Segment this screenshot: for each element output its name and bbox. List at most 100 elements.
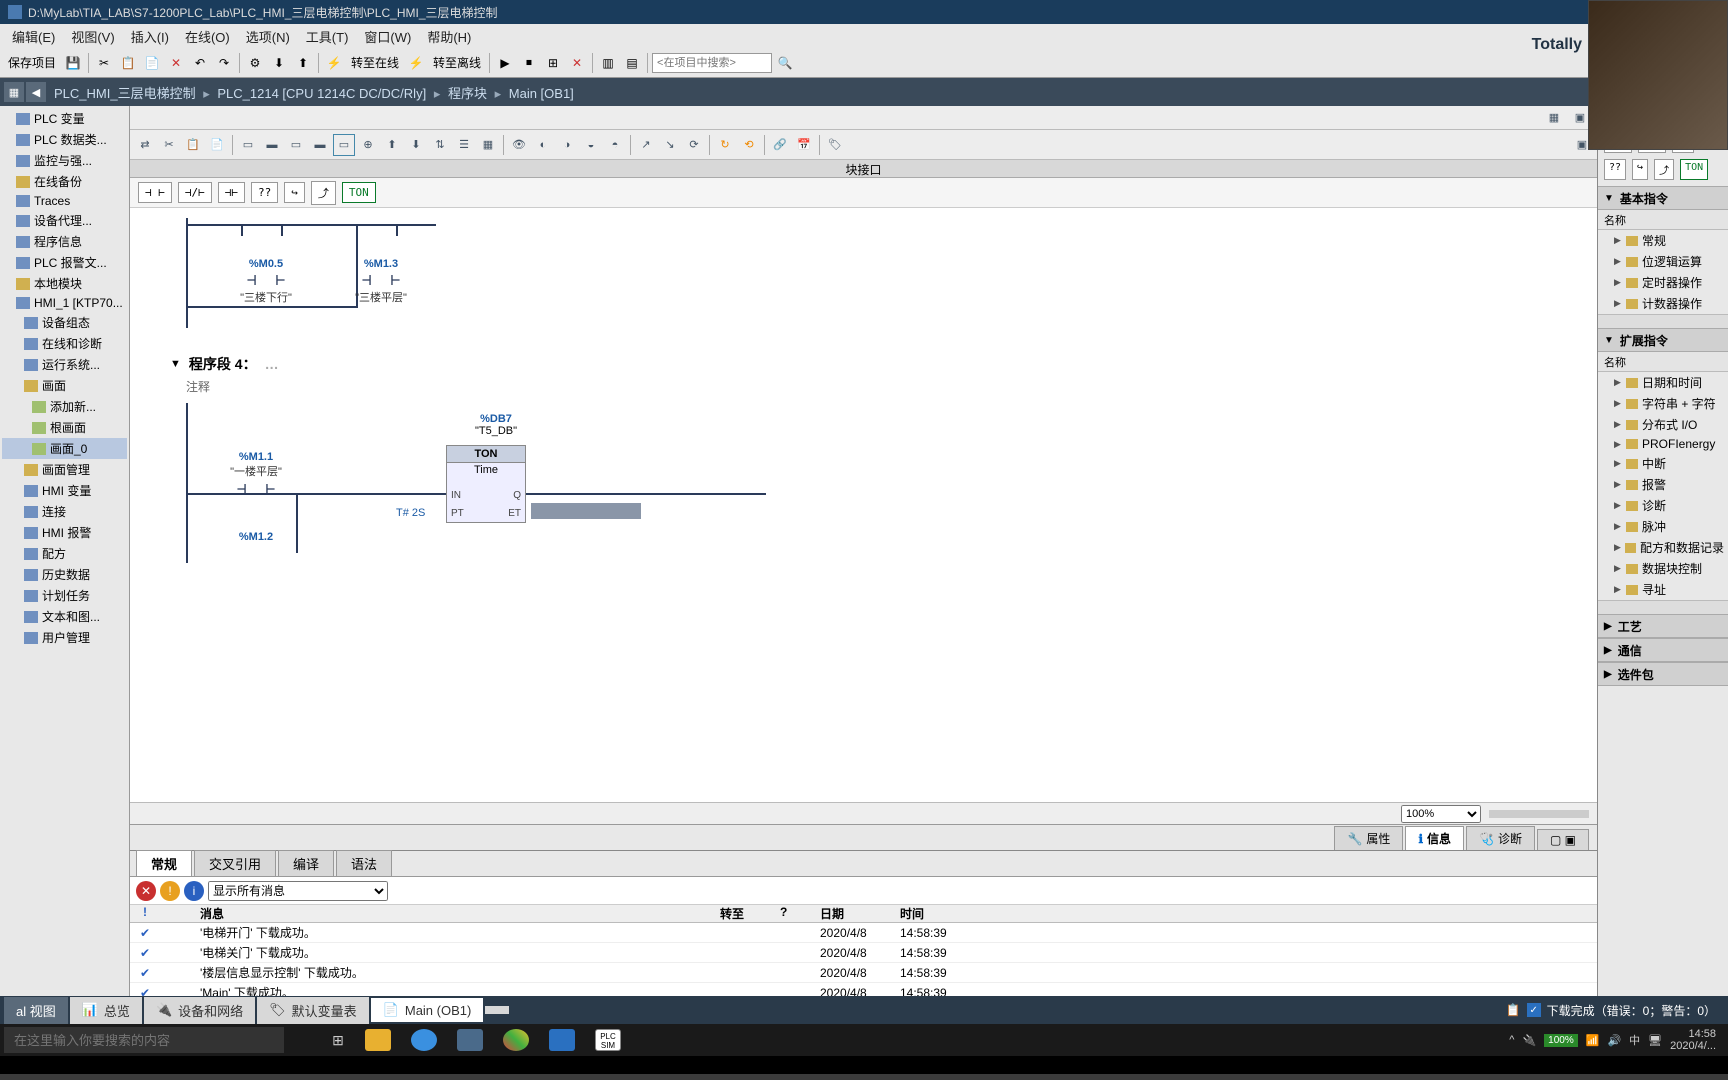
tree-item[interactable]: 画面_0 bbox=[2, 438, 127, 459]
copy-icon[interactable]: 📋 bbox=[117, 52, 139, 74]
tree-item[interactable]: Traces bbox=[2, 192, 127, 210]
ton-block[interactable]: TON Time IN Q PT ET bbox=[446, 445, 526, 523]
tool-coil[interactable]: ⊣⊢ bbox=[218, 182, 245, 203]
app-blue-icon[interactable] bbox=[542, 1026, 582, 1054]
message-row[interactable]: ✔ '电梯开门' 下载成功。 2020/4/8 14:58:39 bbox=[130, 923, 1597, 943]
et-paste-icon[interactable]: 📄 bbox=[206, 134, 228, 156]
et-m5-icon[interactable]: ◓ bbox=[604, 134, 626, 156]
tree-item[interactable]: HMI 变量 bbox=[2, 480, 127, 501]
plcsim-icon[interactable]: PLCSIM bbox=[588, 1026, 628, 1054]
windows-search-input[interactable] bbox=[4, 1027, 284, 1053]
instruction-folder[interactable]: ▶数据块控制 bbox=[1598, 558, 1728, 579]
menu-tools[interactable]: 工具(T) bbox=[298, 25, 357, 48]
et-m4-icon[interactable]: ◒ bbox=[580, 134, 602, 156]
menu-view[interactable]: 视图(V) bbox=[63, 25, 122, 48]
col-date[interactable]: 日期 bbox=[820, 905, 900, 922]
battery-icon[interactable]: 🔌 bbox=[1522, 1034, 1536, 1047]
doc-tab-main[interactable]: 📄Main (OB1) bbox=[371, 998, 484, 1022]
section-basic[interactable]: ▼基本指令 bbox=[1598, 186, 1728, 210]
delete-icon[interactable]: ✕ bbox=[165, 52, 187, 74]
et-network-icon[interactable]: ▭ bbox=[333, 134, 355, 156]
editor-toggle1-icon[interactable]: ▦ bbox=[1543, 107, 1565, 129]
tree-item[interactable]: 用户管理 bbox=[2, 627, 127, 648]
save-project-button[interactable]: 保存项目 bbox=[4, 54, 60, 71]
tray-time[interactable]: 14:58 bbox=[1670, 1028, 1716, 1040]
msg-tab-general[interactable]: 常规 bbox=[136, 850, 192, 876]
tree-item[interactable]: 根画面 bbox=[2, 417, 127, 438]
et-go1-icon[interactable]: ↗ bbox=[635, 134, 657, 156]
tree-item[interactable]: HMI_1 [KTP70... bbox=[2, 294, 127, 312]
instruction-folder[interactable]: ▶分布式 I/O bbox=[1598, 414, 1728, 435]
ext-hscroll[interactable] bbox=[1598, 600, 1728, 614]
network-comment[interactable]: 注释 bbox=[150, 376, 1577, 403]
section-options[interactable]: ▶选件包 bbox=[1598, 662, 1728, 686]
paste-icon[interactable]: 📄 bbox=[141, 52, 163, 74]
et-view-icon[interactable]: ▦ bbox=[477, 134, 499, 156]
tree-item[interactable]: 历史数据 bbox=[2, 564, 127, 585]
tool-branch-close[interactable]: ⤴ bbox=[311, 181, 336, 205]
doc-tab-tags[interactable]: 🏷默认变量表 bbox=[257, 997, 369, 1024]
contact-addr[interactable]: %M0.5 bbox=[236, 258, 296, 270]
et-go2-icon[interactable]: ↘ bbox=[659, 134, 681, 156]
tree-item[interactable]: PLC 变量 bbox=[2, 108, 127, 129]
et-go3-icon[interactable]: ⟳ bbox=[683, 134, 705, 156]
tool-nc-contact[interactable]: ⊣/⊢ bbox=[178, 182, 212, 203]
menu-help[interactable]: 帮助(H) bbox=[419, 25, 479, 48]
et-toggle-icon[interactable]: ⇅ bbox=[429, 134, 451, 156]
et-block4-icon[interactable]: ▬ bbox=[309, 134, 331, 156]
contact-addr[interactable]: %M1.1 bbox=[226, 451, 286, 463]
fav-ton[interactable]: TON bbox=[1680, 159, 1708, 180]
et-m3-icon[interactable]: ◑ bbox=[556, 134, 578, 156]
tree-item[interactable]: 计划任务 bbox=[2, 585, 127, 606]
instruction-folder[interactable]: ▶计数器操作 bbox=[1598, 293, 1728, 314]
instruction-folder[interactable]: ▶报警 bbox=[1598, 474, 1728, 495]
tree-item[interactable]: 运行系统... bbox=[2, 354, 127, 375]
tree-item[interactable]: 设备代理... bbox=[2, 210, 127, 231]
tool-branch[interactable]: ↪ bbox=[284, 182, 305, 203]
block-interface-header[interactable]: 块接口 bbox=[130, 160, 1597, 178]
tray-date[interactable]: 2020/4/... bbox=[1670, 1040, 1716, 1052]
et-block3-icon[interactable]: ▭ bbox=[285, 134, 307, 156]
et-block1-icon[interactable]: ▭ bbox=[237, 134, 259, 156]
cut-icon[interactable]: ✂ bbox=[93, 52, 115, 74]
et-cut-icon[interactable]: ✂ bbox=[158, 134, 180, 156]
instruction-folder[interactable]: ▶位逻辑运算 bbox=[1598, 251, 1728, 272]
tree-item[interactable]: 连接 bbox=[2, 501, 127, 522]
contact-addr[interactable]: %M1.2 bbox=[226, 531, 286, 543]
zoom-slider[interactable] bbox=[1489, 810, 1589, 818]
pt-value[interactable]: T# 2S bbox=[396, 507, 425, 519]
fbox-db-name[interactable]: "T5_DB" bbox=[456, 425, 536, 437]
go-offline-icon[interactable]: ⚡ bbox=[405, 52, 427, 74]
tree-item[interactable]: 程序信息 bbox=[2, 231, 127, 252]
menu-window[interactable]: 窗口(W) bbox=[356, 25, 419, 48]
tool-empty-box[interactable]: ?? bbox=[251, 182, 278, 203]
tree-item[interactable]: 本地模块 bbox=[2, 273, 127, 294]
cortana-icon[interactable] bbox=[290, 1026, 318, 1054]
save-icon[interactable]: 💾 bbox=[62, 52, 84, 74]
tool-no-contact[interactable]: ⊣ ⊢ bbox=[138, 182, 172, 203]
contact-name[interactable]: "一楼平层" bbox=[226, 463, 286, 479]
menu-edit[interactable]: 编辑(E) bbox=[4, 25, 63, 48]
tree-item[interactable]: 设备组态 bbox=[2, 312, 127, 333]
download-icon[interactable]: ⬇ bbox=[268, 52, 290, 74]
et-monitor-icon[interactable]: 👁 bbox=[508, 134, 530, 156]
et-down-icon[interactable]: ⬇ bbox=[405, 134, 427, 156]
message-row[interactable]: ✔ '楼层信息显示控制' 下载成功。 2020/4/8 14:58:39 bbox=[130, 963, 1597, 983]
stop-cpu-icon[interactable]: ⏹ bbox=[518, 52, 540, 74]
contact-name[interactable]: "三楼平层" bbox=[351, 289, 411, 305]
instruction-folder[interactable]: ▶寻址 bbox=[1598, 579, 1728, 600]
et-refresh-icon[interactable]: ↻ bbox=[714, 134, 736, 156]
tree-item[interactable]: PLC 数据类... bbox=[2, 129, 127, 150]
msg-tab-xref[interactable]: 交叉引用 bbox=[194, 850, 276, 876]
bc-seg-main[interactable]: Main [OB1] bbox=[509, 86, 574, 101]
tree-item[interactable]: 添加新... bbox=[2, 396, 127, 417]
tree-item[interactable]: 在线备份 bbox=[2, 171, 127, 192]
menu-insert[interactable]: 插入(I) bbox=[123, 25, 177, 48]
zoom-select[interactable]: 100% bbox=[1401, 805, 1481, 823]
filter-warning-icon[interactable]: ! bbox=[160, 881, 180, 901]
menu-online[interactable]: 在线(O) bbox=[177, 25, 238, 48]
doc-tab-empty[interactable] bbox=[485, 1006, 509, 1014]
contact-addr[interactable]: %M1.3 bbox=[351, 258, 411, 270]
tb-close-icon[interactable]: ✕ bbox=[566, 52, 588, 74]
msg-tab-syntax[interactable]: 语法 bbox=[336, 850, 392, 876]
